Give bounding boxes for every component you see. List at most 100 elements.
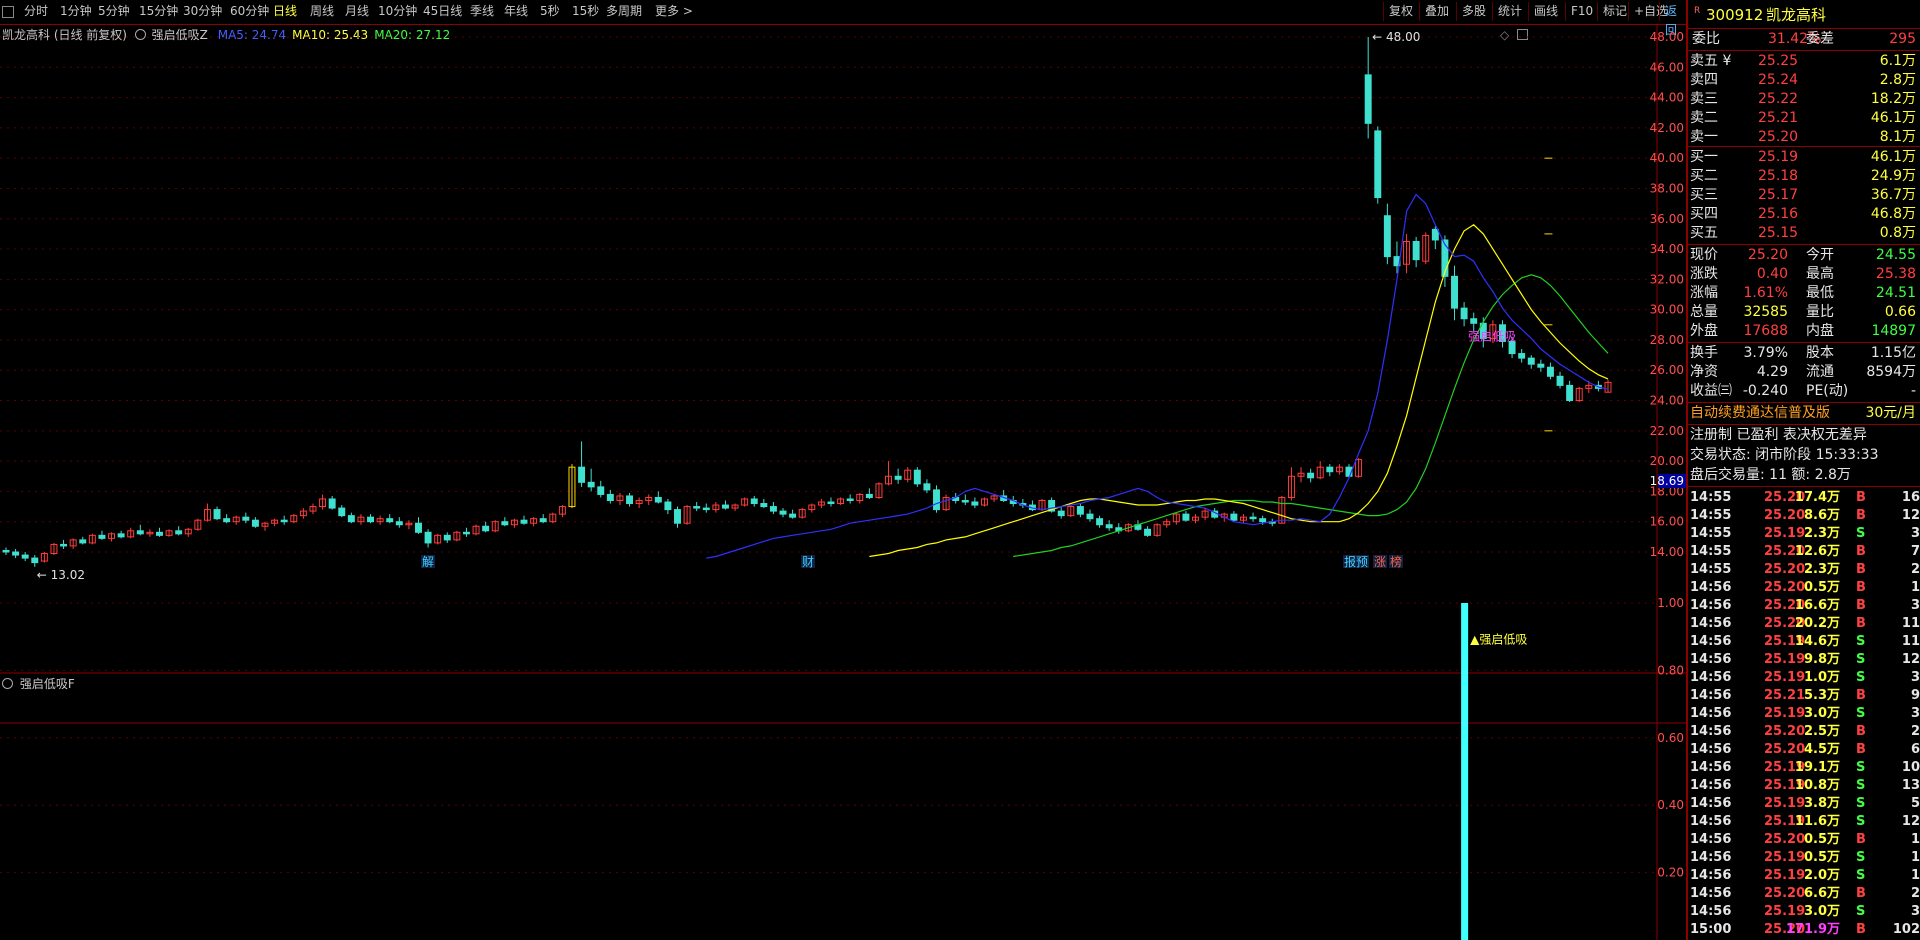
timeframe-tab[interactable]: 多周期 [606, 3, 642, 20]
tick-count: 1 [1910, 868, 1920, 883]
tick-price: 25.20 [1764, 580, 1806, 595]
timeframe-tab[interactable]: 1分钟 [60, 3, 92, 20]
ask-row: 卖五 ¥ 25.25 6.1万 [1688, 52, 1920, 71]
toolbar-button[interactable]: 多股 [1456, 2, 1491, 21]
candle-body [117, 533, 125, 538]
tick-row: 14:55 25.20 12.6万 B 7 [1688, 543, 1920, 561]
timeframe-tab[interactable]: 季线 [470, 3, 494, 20]
candle-body [1144, 528, 1152, 536]
candle-body [98, 534, 106, 539]
bid-price: 25.19 [1758, 149, 1799, 165]
timeframe-tab[interactable]: 30分钟 [183, 3, 222, 20]
tick-row: 15:00 25.20 171.9万 B 102 [1688, 921, 1920, 939]
kline-chart-area[interactable]: 48.00 46.00 44.00 42.00 40.00 38.00 36.00 34.00… [0, 25, 1686, 940]
timeframe-tab[interactable]: 60分钟 [230, 3, 269, 20]
timeframe-tab[interactable]: 日线 [273, 3, 297, 20]
promo-row[interactable]: 自动续费通达信普及版 30元/月 [1688, 404, 1920, 423]
candle-body [933, 489, 940, 511]
timeframe-tab[interactable]: 5分钟 [98, 3, 130, 20]
event-marker: 财 [802, 555, 814, 569]
candle-body [1326, 466, 1334, 473]
candle-body [1249, 516, 1257, 520]
candle-body [1431, 228, 1439, 241]
fund-value: 8594万 [1866, 364, 1916, 380]
tick-volume: 3.0万 [1803, 706, 1840, 721]
candle-body [721, 504, 729, 509]
candle-body [2, 549, 10, 553]
tick-price: 25.21 [1764, 688, 1806, 703]
price-tick-label: 34.00 [1650, 242, 1684, 256]
sub-tick-label: 1.00 [1657, 596, 1684, 610]
timeframe-tab[interactable]: 分时 [24, 3, 48, 20]
toolbar-button[interactable]: F10 [1565, 2, 1598, 21]
bid-volume: 0.8万 [1879, 225, 1916, 241]
tick-price: 25.19 [1764, 796, 1806, 811]
timeframe-tab[interactable]: 15秒 [572, 3, 599, 20]
tick-row: 14:56 25.20 0.5万 B 1 [1688, 831, 1920, 849]
tick-time: 14:56 [1690, 688, 1732, 703]
tick-volume: 16.6万 [1794, 598, 1840, 613]
fund-value: 1.15亿 [1870, 345, 1916, 361]
quote-value: 24.51 [1875, 285, 1916, 301]
timeframe-tab[interactable]: 更多 > [655, 3, 693, 20]
ask-volume: 2.8万 [1879, 72, 1916, 88]
tick-count: 5 [1910, 796, 1920, 811]
tick-count: 11 [1901, 616, 1920, 631]
bid-volume: 46.8万 [1870, 206, 1916, 222]
fund-label: 流通 [1806, 364, 1834, 380]
fund-label: 股本 [1806, 345, 1834, 361]
tick-row: 14:56 25.20 2.5万 B 2 [1688, 723, 1920, 741]
candle-body [242, 516, 250, 521]
sub-signal-label: ▲强启低吸 [1470, 632, 1527, 646]
tick-side: S [1856, 652, 1866, 667]
promo-price[interactable]: 30元/月 [1865, 404, 1916, 423]
candle-body [779, 510, 787, 515]
timeframe-tab[interactable]: 5秒 [540, 3, 560, 20]
tick-price: 25.20 [1764, 886, 1806, 901]
sub-tick-label: 0.80 [1657, 663, 1684, 677]
quote-label: 外盘 [1690, 323, 1718, 339]
timeframe-tab[interactable]: 10分钟 [378, 3, 417, 20]
tick-side: B [1856, 616, 1866, 631]
sub-tick-label: 0.60 [1657, 731, 1684, 745]
ask-price: 25.21 [1758, 110, 1799, 126]
tick-volume: 2.3万 [1803, 562, 1840, 577]
ask-volume: 46.1万 [1870, 110, 1916, 126]
candle-body [894, 475, 902, 480]
candle-body [1105, 524, 1113, 529]
tick-row: 14:55 25.20 17.4万 B 16 [1688, 489, 1920, 507]
toolbar-button[interactable]: 统计 [1492, 2, 1527, 21]
timeframe-tab[interactable]: 45日线 [423, 3, 462, 20]
bid-label: 买一 [1690, 149, 1718, 165]
ask-label: 卖三 [1690, 91, 1718, 107]
toolbar-button[interactable]: 标记 [1597, 2, 1632, 21]
panel-toggle-icon[interactable] [2, 6, 14, 18]
tick-count: 16 [1901, 490, 1920, 505]
quote-value: 0.66 [1884, 304, 1916, 320]
period-toolbar: 分时 1分钟 5分钟 15分钟 30分钟 60分钟 日线 周线 月线 10分钟 45日线 季线 年线 5秒… [0, 0, 1686, 37]
toolbar-button[interactable]: 复权 [1383, 2, 1418, 21]
quote-value: 24.55 [1875, 247, 1916, 263]
tick-row: 14:56 25.20 16.6万 B 3 [1688, 597, 1920, 615]
tick-count: 12 [1901, 814, 1920, 829]
tick-volume: 0.5万 [1803, 580, 1840, 595]
tick-time: 14:56 [1690, 706, 1732, 721]
quote-label: 最高 [1806, 266, 1834, 282]
tick-side: B [1856, 886, 1866, 901]
timeframe-tab[interactable]: 15分钟 [139, 3, 178, 20]
ask-volume: 18.2万 [1870, 91, 1916, 107]
promo-text[interactable]: 自动续费通达信普及版 [1690, 404, 1830, 423]
toolbar-button[interactable]: 叠加 [1419, 2, 1454, 21]
toolbar-button[interactable]: 画线 [1528, 2, 1563, 21]
quote-value: 1.61% [1743, 285, 1788, 301]
timeframe-tab[interactable]: 周线 [310, 3, 334, 20]
candle-body [79, 539, 87, 544]
weicha-value: 295 [1889, 31, 1916, 47]
toolbar-button[interactable]: 返回 [1659, 2, 1686, 37]
tick-price: 25.20 [1764, 562, 1806, 577]
tick-volume: 2.5万 [1803, 724, 1840, 739]
timeframe-tab[interactable]: 年线 [504, 3, 528, 20]
timeframe-tab[interactable]: 月线 [345, 3, 369, 20]
bid-label: 买四 [1690, 206, 1718, 222]
tick-row: 14:56 25.20 20.2万 B 11 [1688, 615, 1920, 633]
